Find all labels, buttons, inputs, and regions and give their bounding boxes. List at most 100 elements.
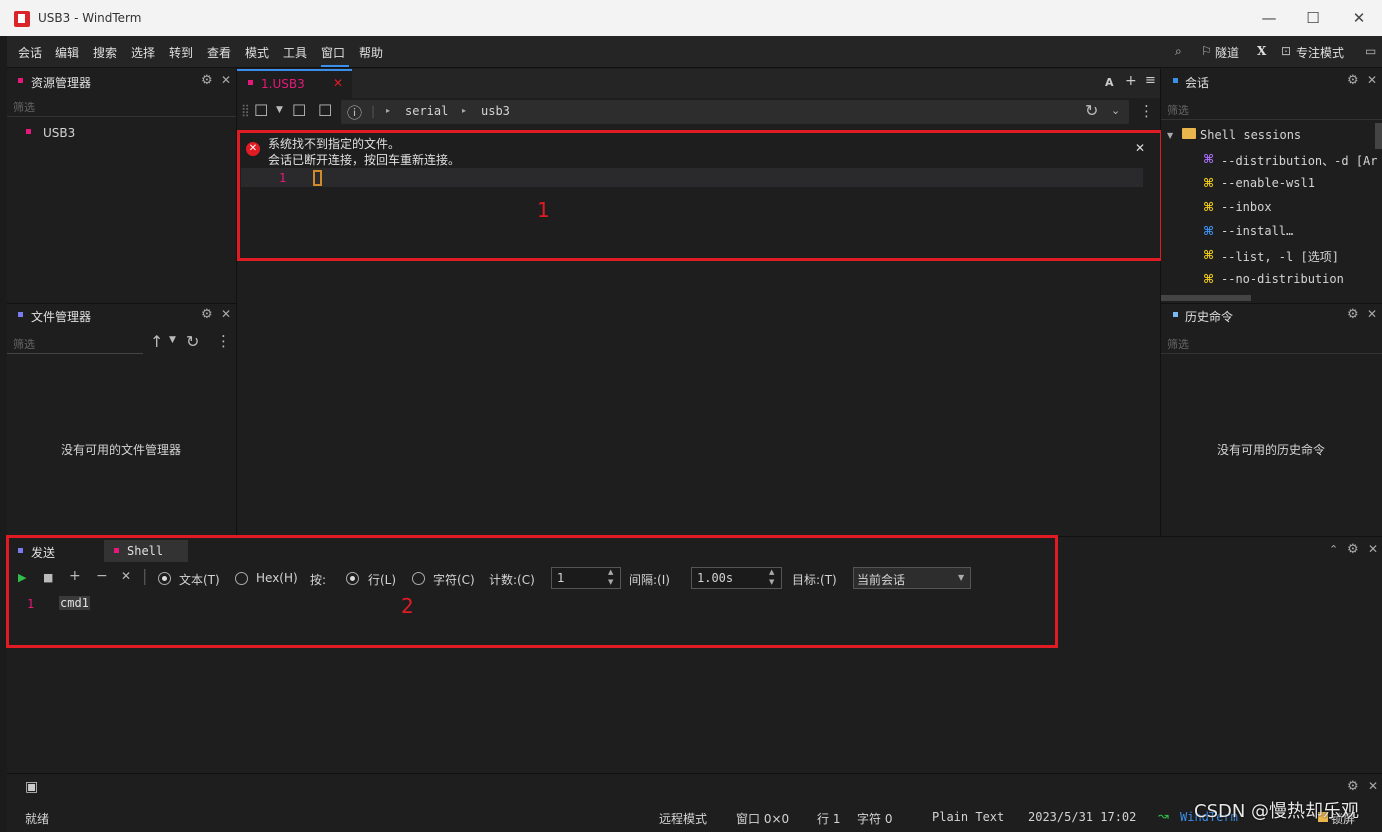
- highlight-box-2: [6, 535, 1058, 648]
- status-datetime: 2023/5/31 17:02: [1028, 810, 1137, 824]
- gear-icon[interactable]: ⚙: [1347, 542, 1359, 557]
- title-bar: USB3 - WindTerm — ☐ ✕: [0, 0, 1382, 36]
- gear-icon[interactable]: ⚙: [1347, 73, 1359, 88]
- layout-icon[interactable]: ▭: [1365, 44, 1376, 58]
- focus-mode-button[interactable]: 专注模式: [1296, 44, 1344, 61]
- menu-help[interactable]: 帮助: [359, 44, 383, 61]
- folder-icon: [1182, 128, 1196, 139]
- disconnect-icon[interactable]: ☐: [292, 101, 306, 120]
- address-bar[interactable]: ⓘ | ▸ serial ▸ usb3 ↻ ⌄: [341, 100, 1129, 124]
- editor-toolbar: ⣿ ☐ ▼ ☐ ☐ ⓘ | ▸ serial ▸ usb3 ↻ ⌄ ⋮: [237, 98, 1160, 126]
- breadcrumb-arrow-icon: ▸: [462, 106, 467, 115]
- reload-icon[interactable]: ↻: [1085, 101, 1098, 120]
- history-panel: 历史命令 ⚙ ✕ 筛选 没有可用的历史命令: [1161, 304, 1382, 536]
- windterm-status-icon: ↝: [1158, 809, 1169, 824]
- breadcrumb-usb3[interactable]: usb3: [481, 104, 510, 118]
- chevron-down-icon[interactable]: ▼: [276, 105, 283, 115]
- menu-tools[interactable]: 工具: [283, 44, 307, 61]
- status-remote-mode[interactable]: 远程模式: [659, 810, 707, 827]
- menu-view[interactable]: 查看: [207, 44, 231, 61]
- file-manager-marker: [18, 312, 23, 317]
- menu-select[interactable]: 选择: [131, 44, 155, 61]
- status-col: 字符 0: [857, 812, 893, 826]
- maximize-button[interactable]: ☐: [1290, 0, 1336, 36]
- command-icon: ⌘: [1203, 224, 1215, 238]
- focus-icon: ⊡: [1281, 44, 1292, 58]
- menu-session[interactable]: 会话: [18, 44, 42, 61]
- gear-icon[interactable]: ⚙: [201, 307, 213, 322]
- more-icon[interactable]: ⋮: [216, 332, 231, 350]
- close-icon[interactable]: ✕: [221, 307, 231, 321]
- gear-icon[interactable]: ⚙: [1347, 779, 1359, 794]
- tab-usb3[interactable]: 1.USB3 ✕: [237, 69, 352, 98]
- collapse-icon[interactable]: ⌃: [1329, 543, 1338, 556]
- file-manager-panel: 文件管理器 ⚙ ✕ 筛选 ↑ ▼ ↻ ⋮ 没有可用的文件管理器: [7, 304, 236, 536]
- history-empty: 没有可用的历史命令: [1217, 443, 1326, 457]
- session-item[interactable]: --inbox: [1221, 200, 1272, 214]
- chevron-down-icon[interactable]: ⌄: [1111, 104, 1120, 117]
- close-icon[interactable]: ✕: [1368, 779, 1378, 793]
- explorer-filter-input[interactable]: 筛选: [7, 93, 236, 117]
- session-item[interactable]: --list, -l [选项]: [1221, 248, 1339, 265]
- breadcrumb-serial[interactable]: serial: [405, 104, 448, 118]
- usb3-session-icon: [26, 129, 31, 134]
- duplicate-session-icon[interactable]: ☐: [318, 101, 332, 120]
- menu-mode[interactable]: 模式: [245, 44, 269, 61]
- status-ready: 就绪: [25, 812, 50, 826]
- gear-icon[interactable]: ⚙: [1347, 307, 1359, 322]
- new-session-icon[interactable]: ☐: [254, 101, 268, 120]
- session-item[interactable]: --no-distribution: [1221, 272, 1344, 286]
- tunnel-icon: ⚐: [1201, 44, 1212, 58]
- session-item[interactable]: --enable-wsl1: [1221, 176, 1315, 190]
- menu-window[interactable]: 窗口: [321, 44, 345, 61]
- arrow-up-icon[interactable]: ↑: [150, 332, 163, 351]
- sessions-filter-placeholder: 筛选: [1167, 104, 1189, 117]
- breadcrumb-arrow-icon: ▸: [386, 106, 391, 115]
- close-icon[interactable]: ✕: [221, 73, 231, 87]
- menu-edit[interactable]: 编辑: [55, 44, 79, 61]
- explorer-item-usb3[interactable]: USB3: [43, 126, 75, 140]
- font-button[interactable]: A: [1105, 76, 1114, 89]
- info-icon[interactable]: ⓘ: [347, 102, 362, 123]
- windterm-logo-icon: [14, 11, 30, 27]
- command-icon: ⌘: [1203, 176, 1215, 190]
- menu-icon[interactable]: ≡: [1145, 73, 1156, 88]
- close-icon[interactable]: ✕: [1368, 542, 1378, 556]
- menu-search[interactable]: 搜索: [93, 44, 117, 61]
- tunnel-button[interactable]: 隧道: [1215, 44, 1239, 61]
- sessions-filter-input[interactable]: 筛选: [1161, 96, 1382, 120]
- separator: |: [371, 104, 376, 118]
- minimize-button[interactable]: —: [1246, 0, 1292, 36]
- menu-goto[interactable]: 转到: [169, 44, 193, 61]
- status-row: 行 1: [817, 812, 841, 826]
- session-item[interactable]: --install…: [1221, 224, 1293, 238]
- history-filter-input[interactable]: 筛选: [1161, 330, 1382, 354]
- sessions-marker: [1173, 78, 1178, 83]
- gear-icon[interactable]: ⚙: [201, 73, 213, 88]
- status-window-size: 窗口 0×0: [736, 812, 790, 826]
- command-icon: ⌘: [1203, 200, 1215, 214]
- session-item[interactable]: --distribution、-d [Ar: [1221, 152, 1378, 169]
- tab-usb3-label: 1.USB3: [261, 77, 305, 91]
- close-button[interactable]: ✕: [1336, 0, 1382, 36]
- horizontal-scrollbar[interactable]: [1161, 295, 1251, 301]
- sessions-group[interactable]: Shell sessions: [1200, 128, 1301, 142]
- close-icon[interactable]: ✕: [1367, 73, 1377, 87]
- x-button[interactable]: X: [1257, 44, 1266, 58]
- file-manager-title: 文件管理器: [31, 310, 92, 324]
- refresh-icon[interactable]: ↻: [186, 332, 199, 351]
- vertical-scrollbar[interactable]: [1375, 123, 1382, 149]
- close-tab-icon[interactable]: ✕: [333, 76, 343, 90]
- status-syntax[interactable]: Plain Text: [932, 810, 1004, 824]
- panel-toggle-icon[interactable]: ▣: [25, 779, 38, 795]
- file-filter-input[interactable]: 筛选: [7, 330, 143, 354]
- close-icon[interactable]: ✕: [1367, 307, 1377, 321]
- command-icon: ⌘: [1203, 272, 1215, 286]
- chevron-down-icon[interactable]: ▼: [169, 335, 176, 345]
- drag-handle-icon[interactable]: ⣿: [241, 103, 250, 117]
- more-icon[interactable]: ⋮: [1139, 102, 1154, 120]
- sessions-title: 会话: [1185, 76, 1210, 90]
- expand-icon[interactable]: ▼: [1167, 131, 1173, 140]
- plus-icon[interactable]: +: [1125, 73, 1137, 89]
- search-icon[interactable]: ⌕: [1175, 44, 1182, 59]
